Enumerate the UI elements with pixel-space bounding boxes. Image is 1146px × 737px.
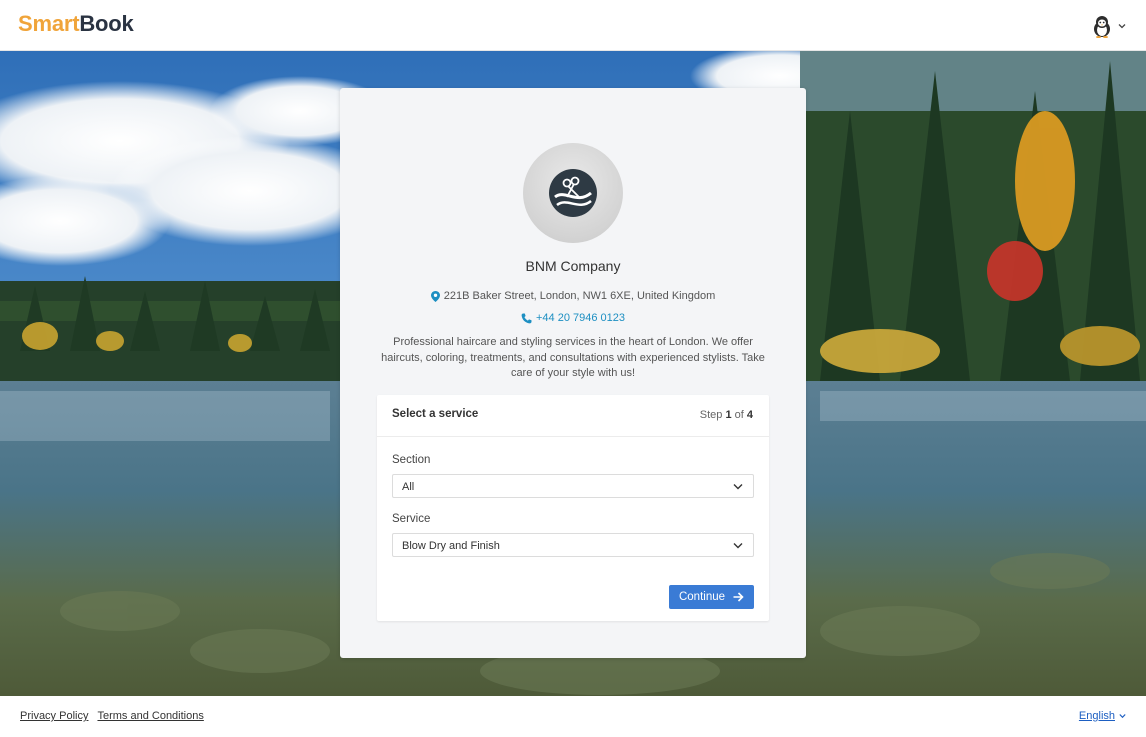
scissors-comb-icon <box>549 169 597 217</box>
page-footer: Privacy Policy Terms and Conditions Engl… <box>0 696 1146 737</box>
chevron-down-icon <box>733 484 743 490</box>
phone-icon <box>521 313 532 323</box>
continue-button[interactable]: Continue <box>669 585 754 609</box>
step-of: of <box>734 409 744 421</box>
company-phone-link[interactable]: +44 20 7946 0123 <box>340 312 806 324</box>
language-selector[interactable]: English <box>1079 710 1126 722</box>
logo-text-book: Book <box>79 11 134 36</box>
map-pin-icon <box>430 290 440 302</box>
section-field-label: Section <box>392 454 431 466</box>
step-prefix: Step <box>699 409 723 421</box>
privacy-policy-link[interactable]: Privacy Policy <box>20 710 88 722</box>
chevron-down-icon <box>1118 24 1126 29</box>
footer-links: Privacy Policy Terms and Conditions <box>20 710 204 722</box>
user-avatar-icon <box>1094 16 1110 38</box>
chevron-down-icon <box>1119 714 1126 719</box>
top-header: SmartBook <box>0 0 1146 51</box>
service-select-value: Blow Dry and Finish <box>402 540 500 552</box>
service-field-label: Service <box>392 513 431 525</box>
company-address: 221B Baker Street, London, NW1 6XE, Unit… <box>340 290 806 302</box>
booking-panel-title: Select a service <box>392 408 479 420</box>
company-booking-card: BNM Company 221B Baker Street, London, N… <box>340 88 806 658</box>
logo-text-smart: Smart <box>18 11 80 36</box>
step-indicator: Step 1 of 4 <box>700 409 753 421</box>
step-current: 1 <box>725 409 732 421</box>
language-label: English <box>1078 710 1115 722</box>
booking-step-panel: Select a service Step 1 of 4 Section All… <box>377 395 769 621</box>
company-description: Professional haircare and styling servic… <box>381 336 765 379</box>
phone-text: +44 20 7946 0123 <box>535 312 625 324</box>
company-name: BNM Company <box>525 258 621 274</box>
continue-button-label: Continue <box>678 591 726 603</box>
terms-link[interactable]: Terms and Conditions <box>97 710 203 722</box>
company-logo <box>523 143 623 243</box>
arrow-right-icon <box>733 592 744 602</box>
booking-panel-header: Select a service Step 1 of 4 <box>377 395 769 437</box>
step-total: 4 <box>746 409 753 421</box>
hero-background: BNM Company 221B Baker Street, London, N… <box>0 51 1146 696</box>
address-text: 221B Baker Street, London, NW1 6XE, Unit… <box>443 290 716 302</box>
section-select[interactable]: All <box>392 474 754 498</box>
chevron-down-icon <box>733 543 743 549</box>
service-select[interactable]: Blow Dry and Finish <box>392 533 754 557</box>
user-menu[interactable] <box>1092 14 1126 38</box>
section-select-value: All <box>402 481 415 493</box>
smartbook-logo[interactable]: SmartBook <box>18 11 134 37</box>
